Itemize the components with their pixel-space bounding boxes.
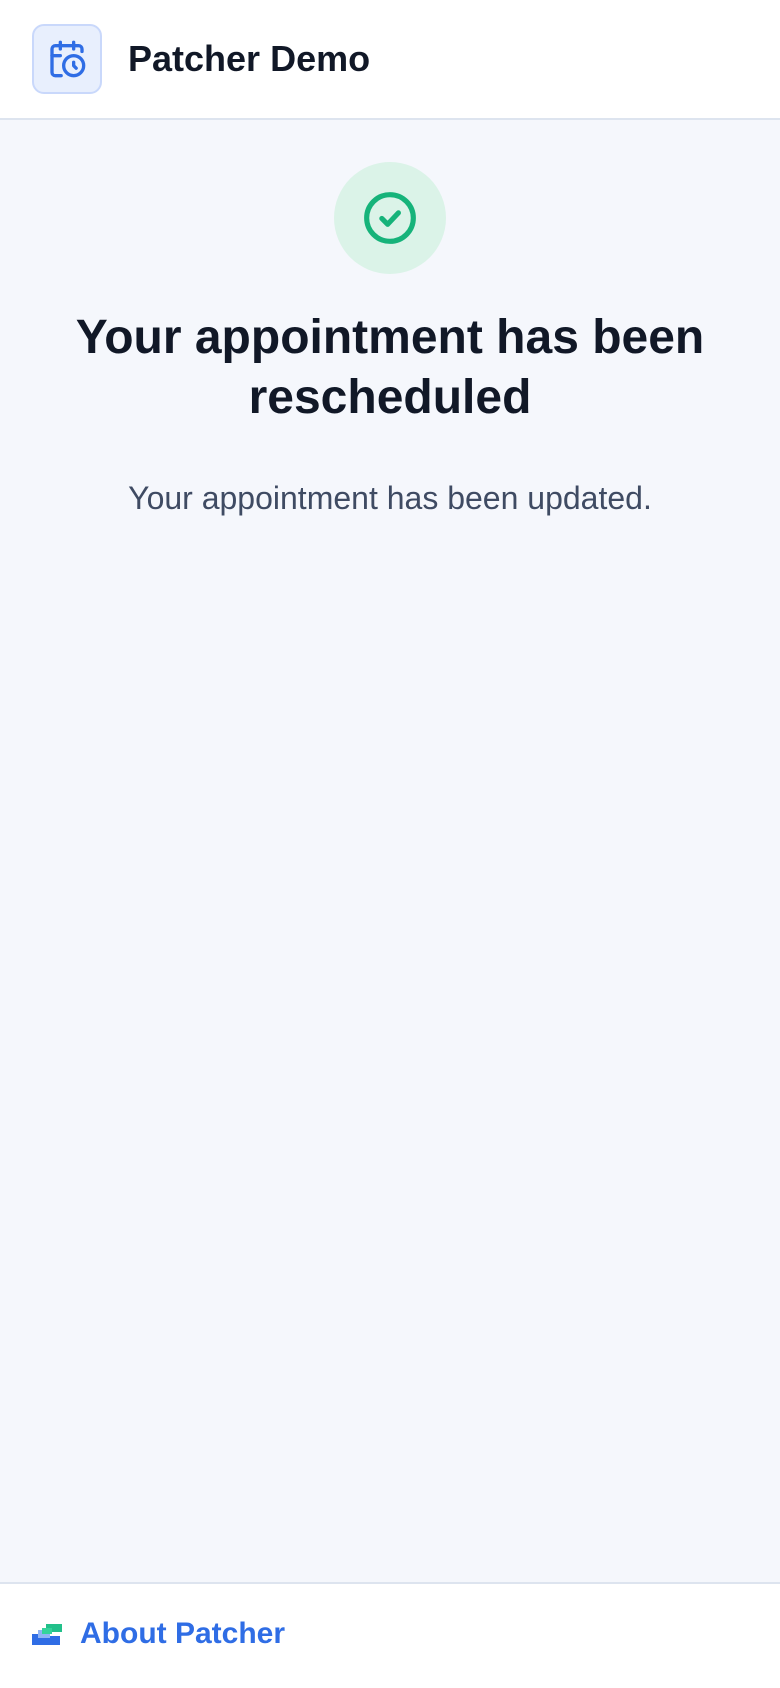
app-title: Patcher Demo xyxy=(128,38,371,79)
confirmation-panel: Your appointment has been rescheduled Yo… xyxy=(0,120,780,1582)
success-badge xyxy=(334,162,446,274)
about-patcher-link[interactable]: About Patcher xyxy=(32,1616,285,1652)
patcher-brand-icon xyxy=(32,1624,62,1645)
calendar-clock-icon xyxy=(50,40,86,78)
confirmation-message: Your appointment has been updated. xyxy=(128,480,652,516)
app-footer: About Patcher xyxy=(0,1582,780,1688)
app-header: Patcher Demo xyxy=(0,0,780,120)
check-circle-icon xyxy=(364,192,416,244)
app-logo xyxy=(32,24,102,94)
about-patcher-label: About Patcher xyxy=(80,1617,286,1650)
confirmation-heading: Your appointment has been rescheduled xyxy=(75,311,705,424)
